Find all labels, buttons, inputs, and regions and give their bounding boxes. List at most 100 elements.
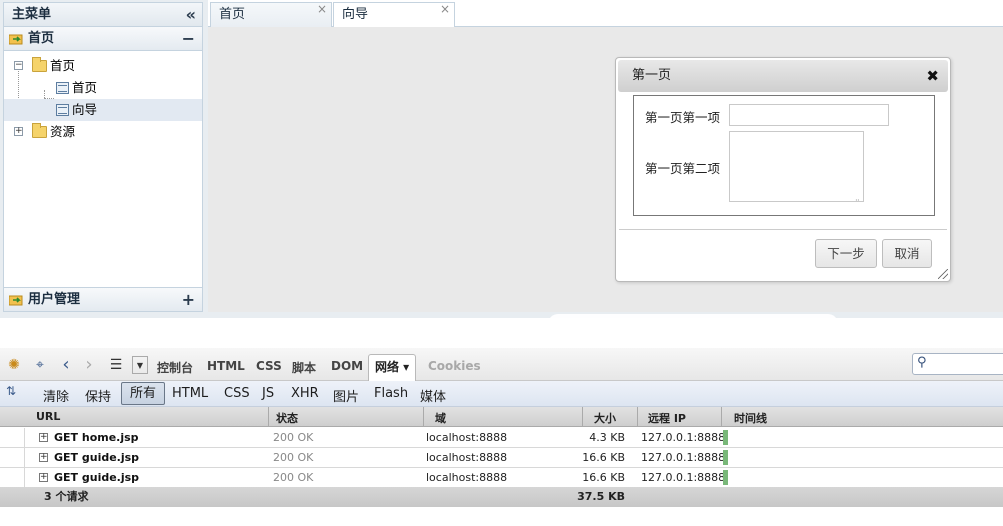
field2-label: 第一页第二项 <box>645 161 721 176</box>
request-domain: localhost:8888 <box>426 471 508 484</box>
request-size: 16.6 KB <box>582 471 625 484</box>
table-row[interactable]: + GET home.jsp 200 OK localhost:8888 4.3… <box>0 428 1003 448</box>
main-menu-header: 主菜单 « <box>4 3 202 27</box>
search-icon: ⚲ <box>917 355 927 370</box>
filter-css[interactable]: CSS <box>224 386 250 401</box>
page-icon <box>56 104 69 116</box>
tab-cookies[interactable]: Cookies <box>428 359 481 373</box>
tree-node-label: 资源 <box>50 124 76 139</box>
dropdown-arrow-icon[interactable]: ▼ <box>132 356 148 374</box>
resize-handle-icon[interactable] <box>938 269 948 279</box>
folder-icon <box>32 123 47 138</box>
filter-xhr[interactable]: XHR <box>291 386 319 401</box>
expand-row-icon[interactable]: + <box>39 433 48 442</box>
tree-node-label: 首页 <box>50 58 76 73</box>
tab-dom[interactable]: DOM <box>331 359 363 373</box>
request-ip: 127.0.0.1:8888 <box>641 431 726 444</box>
filter-js[interactable]: JS <box>262 386 274 401</box>
col-size[interactable]: 大小 <box>594 410 616 426</box>
collapse-section-icon[interactable]: − <box>182 27 195 51</box>
close-tab-icon[interactable]: × <box>440 0 450 21</box>
main-menu-panel: 主菜单 « 首页 − − 首页 首页 向导 + 资源 用户管理 + <box>3 2 203 312</box>
accordion-users-header[interactable]: 用户管理 + <box>4 287 202 311</box>
firebug-search-input[interactable]: ⚲ <box>912 353 1003 375</box>
col-timeline[interactable]: 时间线 <box>734 410 767 426</box>
tab-script[interactable]: 脚本 <box>292 359 316 376</box>
filter-flash[interactable]: Flash <box>374 386 408 401</box>
dialog-form: 第一页第一项 第一页第二项 <box>633 95 935 216</box>
request-domain: localhost:8888 <box>426 431 508 444</box>
field1-input[interactable] <box>729 104 889 126</box>
accordion-home-label: 首页 <box>28 31 55 46</box>
tab-network[interactable]: 网络 ▾ <box>368 354 417 381</box>
xhr-pause-icon[interactable]: ⇅ <box>6 384 16 398</box>
summary-size: 37.5 KB <box>577 490 625 503</box>
table-row[interactable]: + GET guide.jsp 200 OK localhost:8888 16… <box>0 448 1003 468</box>
filter-clear[interactable]: 清除 <box>43 386 69 405</box>
network-table-header: URL 状态 域 大小 远程 IP 时间线 <box>0 407 1003 427</box>
tab-css[interactable]: CSS <box>256 359 282 373</box>
redaction-mark <box>548 314 838 334</box>
dialog-header[interactable]: 第一页 ✖ <box>618 60 948 92</box>
tree-node-label: 首页 <box>72 80 98 95</box>
col-domain[interactable]: 域 <box>435 410 446 426</box>
tree-node-guide[interactable]: 向导 <box>4 99 202 121</box>
back-icon[interactable]: ‹ <box>57 356 75 374</box>
page-icon <box>56 82 69 94</box>
next-button[interactable]: 下一步 <box>815 239 877 268</box>
dialog-divider <box>619 229 947 230</box>
tree-expand-icon[interactable]: + <box>14 127 23 136</box>
wizard-dialog: 第一页 ✖ 第一页第一项 第一页第二项 下一步 取消 <box>615 57 951 282</box>
firebug-logo-icon[interactable]: ✺ <box>5 356 23 374</box>
collapse-left-icon[interactable]: « <box>186 3 196 27</box>
tab-guide[interactable]: 向导 × <box>333 2 455 28</box>
request-url: GET home.jsp <box>54 431 139 444</box>
tree-node-home-page[interactable]: 首页 <box>4 77 202 99</box>
folder-arrow-icon <box>9 295 23 306</box>
expand-row-icon[interactable]: + <box>39 453 48 462</box>
filter-persist[interactable]: 保持 <box>85 386 111 405</box>
request-size: 16.6 KB <box>582 451 625 464</box>
field1-label: 第一页第一项 <box>645 110 721 125</box>
request-status: 200 OK <box>273 431 314 444</box>
summary-count: 3 个请求 <box>44 490 89 503</box>
inspect-icon[interactable]: ⌖ <box>31 356 49 374</box>
tree-collapse-icon[interactable]: − <box>14 61 23 70</box>
accordion-home-header[interactable]: 首页 − <box>4 27 202 51</box>
col-url[interactable]: URL <box>36 410 60 423</box>
tree-node-home[interactable]: − 首页 <box>4 55 202 77</box>
filter-media[interactable]: 媒体 <box>420 386 446 405</box>
folder-icon <box>32 57 47 72</box>
filter-all[interactable]: 所有 <box>121 382 166 405</box>
close-tab-icon[interactable]: × <box>317 0 327 21</box>
tab-label: 首页 <box>219 7 246 22</box>
timeline-bar <box>723 470 728 485</box>
col-remote-ip[interactable]: 远程 IP <box>648 410 686 426</box>
tab-bar: 首页 × 向导 × <box>208 0 1003 28</box>
main-menu-title: 主菜单 <box>12 7 52 22</box>
field2-textarea[interactable] <box>729 131 864 202</box>
filter-images[interactable]: 图片 <box>333 386 359 405</box>
close-icon[interactable]: ✖ <box>926 60 939 92</box>
tree-node-label: 向导 <box>72 102 98 117</box>
timeline-bar <box>723 450 728 465</box>
tab-console[interactable]: 控制台 <box>157 359 193 376</box>
network-summary-row: 3 个请求 37.5 KB <box>0 487 1003 507</box>
request-ip: 127.0.0.1:8888 <box>641 451 726 464</box>
table-row[interactable]: + GET guide.jsp 200 OK localhost:8888 16… <box>0 468 1003 488</box>
expand-section-icon[interactable]: + <box>182 288 195 312</box>
request-url: GET guide.jsp <box>54 451 140 464</box>
list-menu-icon[interactable]: ☰ <box>107 356 125 374</box>
accordion-users-label: 用户管理 <box>28 292 81 307</box>
tab-home[interactable]: 首页 × <box>210 2 332 27</box>
network-filter-bar: ⇅ 清除 保持 所有 HTML CSS JS XHR 图片 Flash 媒体 <box>0 381 1003 407</box>
filter-html[interactable]: HTML <box>172 386 208 401</box>
cancel-button[interactable]: 取消 <box>882 239 932 268</box>
request-url: GET guide.jsp <box>54 471 140 484</box>
tree-node-resources[interactable]: + 资源 <box>4 121 202 143</box>
col-status[interactable]: 状态 <box>276 410 298 426</box>
tab-html[interactable]: HTML <box>207 359 245 373</box>
firebug-panel: ✺ ⌖ ‹ › ☰ ▼ 控制台 HTML CSS 脚本 DOM 网络 ▾ Coo… <box>0 348 1003 526</box>
expand-row-icon[interactable]: + <box>39 473 48 482</box>
forward-icon[interactable]: › <box>80 356 98 374</box>
